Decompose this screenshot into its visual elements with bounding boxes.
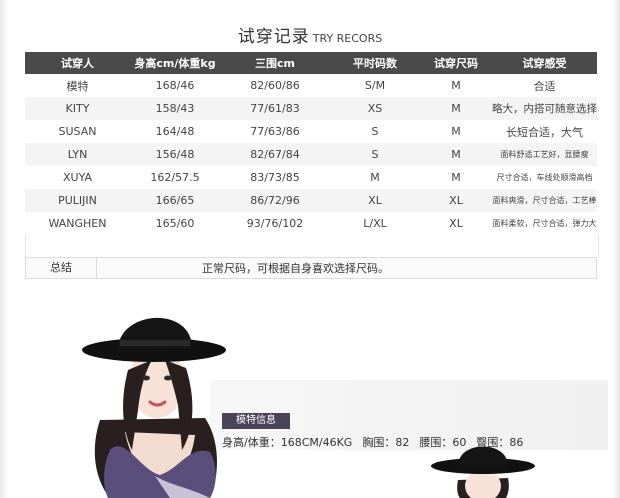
header-tester: 试穿人 (25, 52, 130, 74)
cell-tester: WANGHEN (25, 212, 130, 235)
section-title: 试穿记录 TRY RECORS (0, 22, 620, 47)
try-record-table: 试穿人 身高cm/体重kg 三围cm 平时码数 试穿尺码 试穿感受 模特 168… (25, 52, 599, 279)
summary-text: 正常尺码，可根据自身喜欢选择尺码。 (202, 262, 389, 275)
cell-tester: SUSAN (25, 120, 130, 143)
cell-feeling: 面料柔软，尺寸合适，弹力大 (492, 212, 597, 235)
cell-height-weight: 164/48 (130, 120, 220, 143)
cell-feeling: 面料爽滑，尺寸合适，工艺棒 (492, 189, 597, 212)
cell-usual-size: XL (330, 189, 420, 212)
model-eye-left (142, 375, 150, 381)
table-row: XUYA 162/57.5 83/73/85 M M 尺寸合适，车线处顺滑高档 (25, 166, 597, 189)
model-info-tag: 模特信息 (222, 413, 290, 429)
cell-feeling: 合适 (492, 74, 597, 97)
model-bust: 胸围：82 (362, 436, 410, 449)
cell-usual-size: L/XL (330, 212, 420, 235)
model-2-face (465, 470, 501, 498)
table-row: KITY 158/43 77/61/83 XS M 略大，内搭可随意选择 (25, 97, 597, 120)
header-feeling: 试穿感受 (492, 52, 597, 74)
cell-try-size: M (420, 143, 492, 166)
cell-measurements: 77/63/86 (220, 120, 330, 143)
cell-measurements: 77/61/83 (220, 97, 330, 120)
cell-tester: LYN (25, 143, 130, 166)
table-row: LYN 156/48 82/67/84 S M 面料舒适工艺好，显腰瘦 (25, 143, 597, 166)
cell-tester: 模特 (25, 74, 130, 97)
header-height-weight: 身高cm/体重kg (130, 52, 220, 74)
cell-feeling: 略大，内搭可随意选择 (492, 97, 597, 120)
title-english: TRY RECORS (312, 32, 383, 45)
cell-height-weight: 156/48 (130, 143, 220, 166)
cell-measurements: 82/67/84 (220, 143, 330, 166)
cell-height-weight: 162/57.5 (130, 166, 220, 189)
cell-height-weight: 166/65 (130, 189, 220, 212)
model-photo (82, 317, 226, 498)
page-edge-left (0, 0, 8, 498)
cell-usual-size: S (330, 143, 420, 166)
cell-usual-size: S/M (330, 74, 420, 97)
model-hat-band (120, 340, 190, 346)
header-measurements: 三围cm (220, 52, 330, 74)
model-2-hat-crown (458, 446, 508, 466)
cell-tester: KITY (25, 97, 130, 120)
cell-feeling: 面料舒适工艺好，显腰瘦 (492, 143, 597, 166)
cell-try-size: M (420, 97, 492, 120)
page-edge-right (612, 0, 620, 498)
cell-height-weight: 158/43 (130, 97, 220, 120)
cell-try-size: XL (420, 189, 492, 212)
cell-tester: PULIJIN (25, 189, 130, 212)
cell-try-size: M (420, 74, 492, 97)
cell-measurements: 93/76/102 (220, 212, 330, 235)
table-header-row: 试穿人 身高cm/体重kg 三围cm 平时码数 试穿尺码 试穿感受 (25, 52, 597, 74)
fit-table: 试穿人 身高cm/体重kg 三围cm 平时码数 试穿尺码 试穿感受 模特 168… (25, 52, 597, 235)
cell-measurements: 86/72/96 (220, 189, 330, 212)
model-height-weight: 身高/体重：168CM/46KG (222, 436, 353, 449)
cell-height-weight: 165/60 (130, 212, 220, 235)
model-eye-right (164, 375, 172, 381)
summary-row: 总结 正常尺码，可根据自身喜欢选择尺码。 (25, 257, 597, 279)
model-photo-2 (431, 446, 535, 498)
table-spacer (25, 235, 599, 257)
cell-try-size: M (420, 120, 492, 143)
cell-feeling: 长短合适，大气 (492, 120, 597, 143)
header-usual-size: 平时码数 (330, 52, 420, 74)
cell-usual-size: XS (330, 97, 420, 120)
cell-height-weight: 168/46 (130, 74, 220, 97)
cell-usual-size: S (330, 120, 420, 143)
table-row: 模特 168/46 82/60/86 S/M M 合适 (25, 74, 597, 97)
header-try-size: 试穿尺码 (420, 52, 492, 74)
cell-usual-size: M (330, 166, 420, 189)
table-row: SUSAN 164/48 77/63/86 S M 长短合适，大气 (25, 120, 597, 143)
summary-label: 总结 (26, 258, 97, 278)
cell-measurements: 82/60/86 (220, 74, 330, 97)
cell-try-size: M (420, 166, 492, 189)
table-row: WANGHEN 165/60 93/76/102 L/XL XL 面料柔软，尺寸… (25, 212, 597, 235)
title-chinese: 试穿记录 (237, 27, 310, 47)
cell-feeling: 尺寸合适，车线处顺滑高档 (492, 166, 597, 189)
cell-tester: XUYA (25, 166, 130, 189)
cell-measurements: 83/73/85 (220, 166, 330, 189)
cell-try-size: XL (420, 212, 492, 235)
table-row: PULIJIN 166/65 86/72/96 XL XL 面料爽滑，尺寸合适，… (25, 189, 597, 212)
